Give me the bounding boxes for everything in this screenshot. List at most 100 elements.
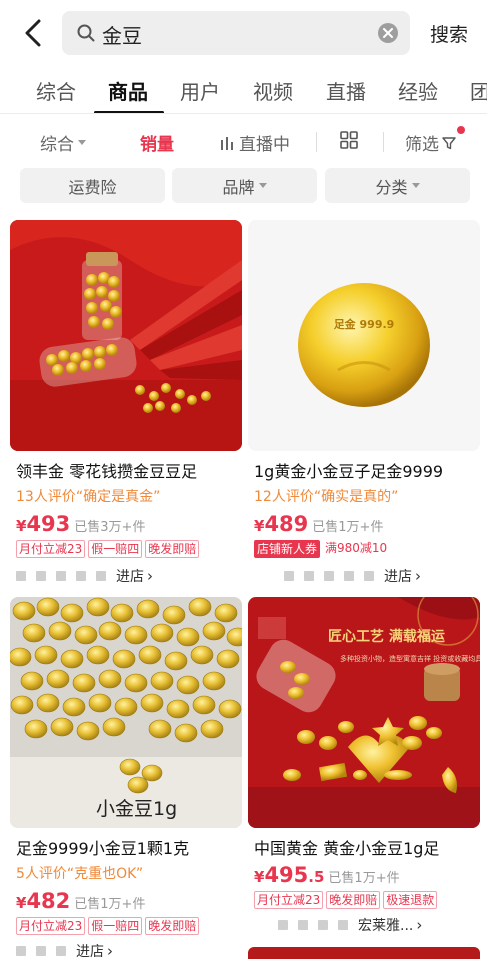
image-caption: 小金豆1g	[96, 798, 177, 820]
store-name-redacted	[304, 571, 314, 581]
promo-tag: 月付立减23	[254, 891, 324, 909]
enter-store-label: 进店	[76, 944, 104, 959]
sort-live[interactable]: 直播中	[220, 130, 290, 155]
product-image: 足金 999.9	[248, 220, 480, 451]
sold-count: 已售1万+件	[328, 871, 400, 886]
currency-symbol: ¥	[16, 517, 27, 535]
store-name-redacted	[56, 571, 66, 581]
price-decimal: .5	[308, 868, 325, 886]
chevron-right-icon: ›	[415, 567, 421, 585]
caret-down-icon	[258, 183, 267, 188]
promo-tag: 假一赔四	[88, 917, 143, 935]
store-name-redacted	[36, 946, 46, 956]
store-name-redacted	[284, 571, 294, 581]
tab-live[interactable]: 直播	[326, 76, 366, 105]
tab-users[interactable]: 用户	[180, 76, 220, 105]
product-review: 13人评价“确定是真金”	[16, 489, 161, 505]
store-name-redacted	[76, 571, 86, 581]
sort-sales[interactable]: 销量	[140, 130, 174, 155]
tab-group[interactable]: 团	[470, 76, 487, 105]
sort-comprehensive[interactable]: 综合	[40, 130, 86, 155]
search-query-text: 金豆	[102, 24, 142, 48]
product-title[interactable]: 中国黄金 黄金小金豆1g足	[254, 835, 439, 859]
search-button[interactable]: 搜索	[430, 20, 468, 47]
product-price: ¥ 495 .5 已售1万+件	[254, 863, 400, 887]
sort-sales-label: 销量	[140, 135, 174, 155]
grid-icon	[340, 131, 358, 149]
store-name-redacted	[344, 571, 354, 581]
store-name-redacted	[278, 920, 288, 930]
product-title[interactable]: 领丰金 零花钱攒金豆豆足	[16, 458, 197, 482]
store-link[interactable]: 宏莱雅... ›	[278, 915, 422, 935]
product-card[interactable]: 足金 999.9 1g黄金小金豆子足金9999 12人评价“确实是真的” ¥ 4…	[248, 220, 480, 590]
promo-tag: 满980减10	[325, 541, 388, 555]
tab-videos[interactable]: 视频	[253, 76, 293, 105]
store-name-redacted	[338, 920, 348, 930]
store-avatar	[16, 946, 26, 956]
product-card[interactable]: 小金豆1g 足金9999小金豆1颗1克 5人评价“克重也OK” ¥ 482 已售…	[10, 597, 242, 959]
store-name-redacted	[364, 571, 374, 581]
grid-view-toggle[interactable]	[340, 131, 358, 149]
chevron-right-icon: ›	[107, 942, 113, 959]
enter-store-label: 进店	[116, 569, 144, 585]
tab-comprehensive[interactable]: 综合	[36, 76, 76, 105]
sort-comprehensive-label: 综合	[40, 135, 74, 155]
promo-tags: 店铺新人券 满980减10	[254, 540, 389, 558]
store-name-redacted	[96, 571, 106, 581]
tab-experience[interactable]: 经验	[398, 76, 438, 105]
currency-symbol: ¥	[16, 894, 27, 912]
back-button[interactable]	[18, 16, 48, 50]
promo-tag: 月付立减23	[16, 540, 86, 558]
divider	[316, 132, 317, 152]
product-price: ¥ 482 已售1万+件	[16, 889, 145, 913]
filter-notification-dot	[457, 126, 465, 134]
chevron-right-icon: ›	[147, 567, 153, 585]
chevron-right-icon: ›	[416, 916, 423, 934]
promo-tag: 月付立减23	[16, 917, 86, 935]
promo-tag: 晚发即赔	[326, 891, 381, 909]
store-link[interactable]: 进店 ›	[16, 941, 113, 959]
chip-category[interactable]: 分类	[325, 168, 470, 203]
sort-bar: 综合 销量 直播中 筛选	[0, 114, 487, 166]
currency-symbol: ¥	[254, 868, 265, 886]
product-card[interactable]: 匠心工艺 满载福运 多种投资小物，造型寓意吉祥 投资或收藏均具价值 中国黄金 黄…	[248, 597, 480, 959]
store-link[interactable]: 进店 ›	[284, 566, 421, 586]
price-value: 489	[264, 512, 309, 536]
search-input[interactable]: 金豆	[62, 11, 410, 55]
promo-tag: 晚发即赔	[145, 917, 200, 935]
store-link[interactable]: 进店 ›	[16, 566, 153, 586]
chip-shipping-insurance-label: 运费险	[68, 177, 117, 197]
chevron-left-icon	[25, 19, 41, 47]
close-icon	[383, 28, 393, 38]
store-name-redacted	[298, 920, 308, 930]
store-name-redacted	[56, 946, 66, 956]
price-value: 493	[26, 512, 71, 536]
search-icon	[77, 24, 95, 42]
product-image	[10, 220, 242, 451]
currency-symbol: ¥	[254, 517, 265, 535]
filter-button[interactable]: 筛选	[405, 130, 456, 155]
clear-search-button[interactable]	[378, 23, 398, 43]
product-title[interactable]: 1g黄金小金豆子足金9999	[254, 458, 443, 482]
enter-store-label: 进店	[384, 569, 412, 585]
category-tabs: 综合 商品 用户 视频 直播 经验 团	[0, 66, 487, 114]
store-name: 宏莱雅...	[358, 918, 414, 934]
image-banner: 匠心工艺 满载福运	[328, 628, 445, 645]
caret-down-icon	[411, 183, 420, 188]
promo-tag: 假一赔四	[88, 540, 143, 558]
store-name-redacted	[36, 571, 46, 581]
gold-stamp-text: 足金 999.9	[334, 317, 395, 331]
product-review: 12人评价“确实是真的”	[254, 489, 399, 505]
tab-products[interactable]: 商品	[108, 76, 148, 105]
product-card[interactable]: 领丰金 零花钱攒金豆豆足 13人评价“确定是真金” ¥ 493 已售3万+件 月…	[10, 220, 242, 590]
promo-tag: 极速退款	[383, 891, 438, 909]
chip-brand[interactable]: 品牌	[172, 168, 317, 203]
chip-shipping-insurance[interactable]: 运费险	[20, 168, 165, 203]
chip-category-label: 分类	[375, 177, 408, 197]
image-subtext: 多种投资小物，造型寓意吉祥 投资或收藏均具价值	[340, 654, 480, 663]
promo-tags: 月付立减23 假一赔四 晚发即赔	[16, 917, 200, 935]
product-image: 小金豆1g	[10, 597, 242, 828]
product-title[interactable]: 足金9999小金豆1颗1克	[16, 835, 189, 859]
gold-beans-jar-image	[10, 220, 242, 451]
gold-bean-image: 足金 999.9	[248, 220, 480, 451]
